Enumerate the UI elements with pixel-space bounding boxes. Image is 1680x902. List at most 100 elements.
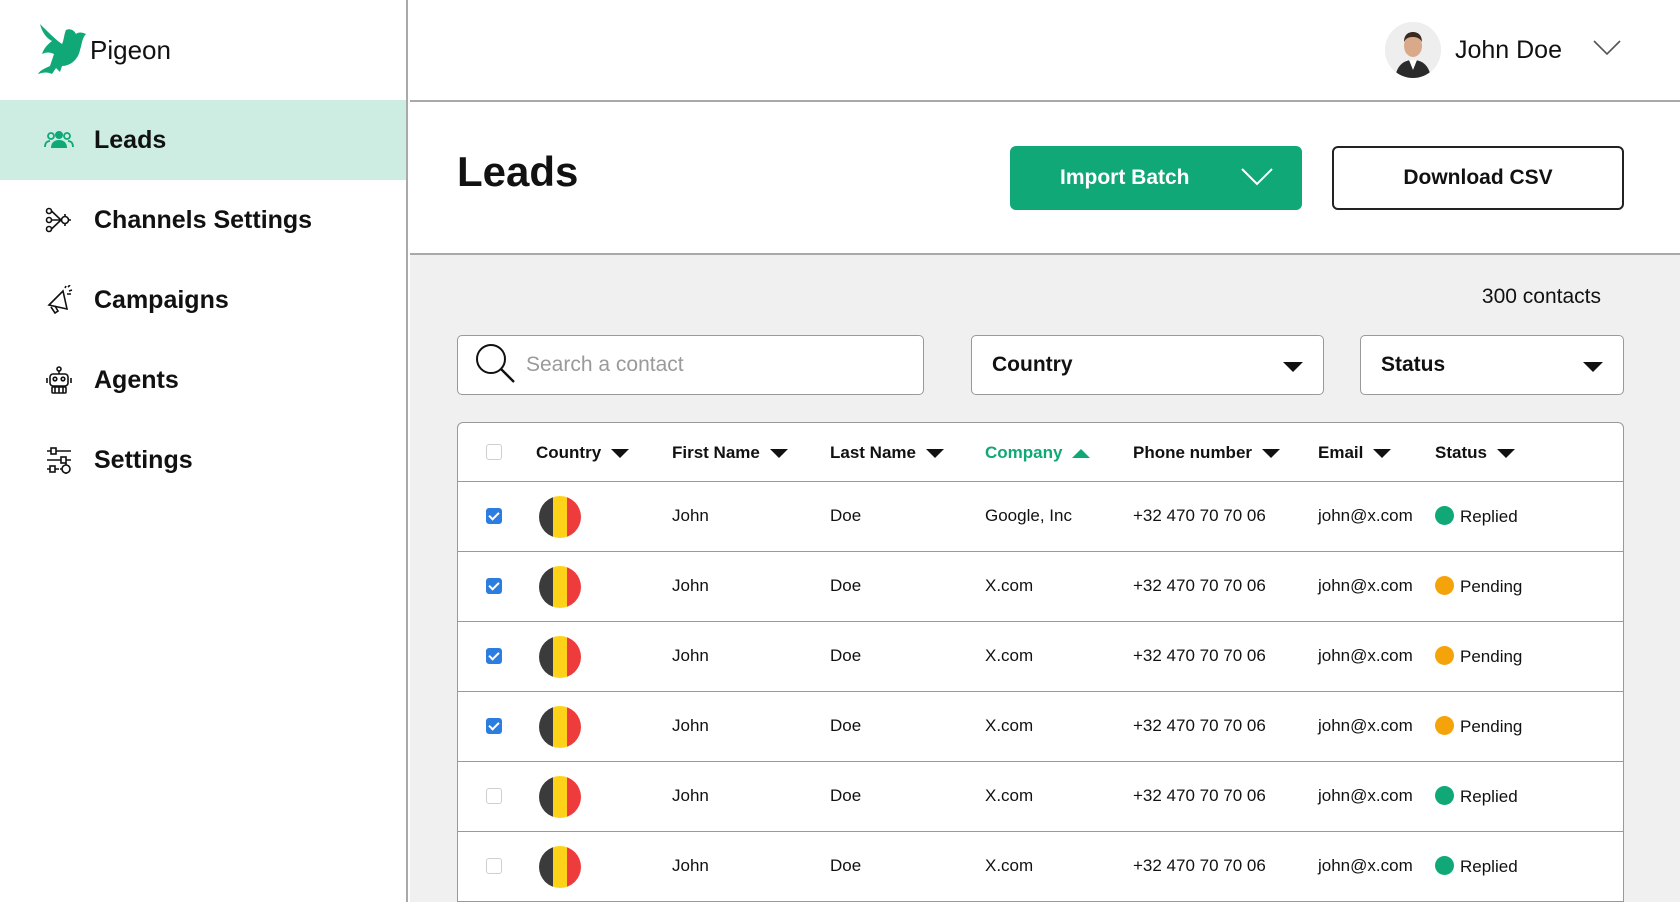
caret-down-icon xyxy=(1283,362,1303,372)
status-cell: Pending xyxy=(1435,576,1522,597)
sidebar-item-campaigns[interactable]: Campaigns xyxy=(0,260,406,340)
column-header-country[interactable]: Country xyxy=(536,443,630,463)
column-label: Country xyxy=(536,443,602,462)
search-box[interactable] xyxy=(457,335,924,395)
first-name-cell: John xyxy=(672,646,709,665)
email-cell: john@x.com xyxy=(1318,506,1413,525)
caret-down-icon xyxy=(1583,362,1603,372)
first-name-cell: John xyxy=(672,576,709,595)
column-header-phone[interactable]: Phone number xyxy=(1133,443,1281,463)
table-row[interactable]: John Doe Google, Inc +32 470 70 70 06 john@x… xyxy=(458,482,1623,552)
status-cell: Replied xyxy=(1435,786,1518,807)
download-csv-button[interactable]: Download CSV xyxy=(1332,146,1624,210)
table-body: John Doe Google, Inc +32 470 70 70 06 john@x… xyxy=(458,482,1623,902)
row-checkbox[interactable] xyxy=(486,858,502,874)
robot-icon xyxy=(42,363,76,397)
sidebar-item-channels-settings[interactable]: Channels Settings xyxy=(0,180,406,260)
phone-cell: +32 470 70 70 06 xyxy=(1133,646,1266,665)
search-input[interactable] xyxy=(526,353,866,377)
belgium-flag-icon xyxy=(539,706,581,748)
belgium-flag-icon xyxy=(539,846,581,888)
column-header-last-name[interactable]: Last Name xyxy=(830,443,944,463)
sidebar-item-leads[interactable]: Leads xyxy=(0,100,406,180)
megaphone-icon xyxy=(42,283,76,317)
country-filter-value: Country xyxy=(992,353,1073,376)
last-name-cell: Doe xyxy=(830,506,862,525)
sort-down-icon xyxy=(925,448,944,458)
import-batch-label: Import Batch xyxy=(1060,166,1190,189)
email-cell: john@x.com xyxy=(1318,576,1413,595)
status-cell: Pending xyxy=(1435,716,1522,737)
country-filter-select[interactable]: Country xyxy=(971,335,1324,395)
status-cell: Pending xyxy=(1435,646,1522,667)
last-name-cell: Doe xyxy=(830,786,862,805)
column-label: Phone number xyxy=(1133,443,1253,462)
table-row[interactable]: John Doe X.com +32 470 70 70 06 john@x.com Re… xyxy=(458,762,1623,832)
last-name-cell: Doe xyxy=(830,716,862,735)
page-title: Leads xyxy=(457,148,579,195)
sort-up-icon xyxy=(1072,448,1091,458)
user-menu[interactable]: John Doe xyxy=(1384,22,1622,78)
email-cell: john@x.com xyxy=(1318,856,1413,875)
column-header-first-name[interactable]: First Name xyxy=(672,443,788,463)
belgium-flag-icon xyxy=(539,496,581,538)
column-header-company[interactable]: Company xyxy=(985,443,1091,463)
sidebar-item-label: Leads xyxy=(94,125,167,154)
chevron-down-icon[interactable] xyxy=(1592,39,1622,62)
table-row[interactable]: John Doe X.com +32 470 70 70 06 john@x.com Pe… xyxy=(458,692,1623,762)
sort-down-icon xyxy=(611,448,630,458)
first-name-cell: John xyxy=(672,856,709,875)
sort-down-icon xyxy=(769,448,788,458)
sidebar-item-agents[interactable]: Agents xyxy=(0,340,406,420)
column-label: First Name xyxy=(672,443,760,462)
row-checkbox[interactable] xyxy=(486,578,502,594)
top-bar: John Doe xyxy=(410,0,1680,102)
sort-down-icon xyxy=(1496,448,1515,458)
company-cell: X.com xyxy=(985,786,1034,805)
pigeon-logo-icon xyxy=(38,24,86,74)
last-name-cell: Doe xyxy=(830,576,862,595)
row-checkbox[interactable] xyxy=(486,648,502,664)
status-filter-select[interactable]: Status xyxy=(1360,335,1624,395)
status-cell: Replied xyxy=(1435,506,1518,527)
table-row[interactable]: John Doe X.com +32 470 70 70 06 john@x.com Pe… xyxy=(458,552,1623,622)
table-row[interactable]: John Doe X.com +32 470 70 70 06 john@x.com Re… xyxy=(458,832,1623,902)
row-checkbox[interactable] xyxy=(486,508,502,524)
first-name-cell: John xyxy=(672,506,709,525)
column-header-status[interactable]: Status xyxy=(1435,443,1515,463)
column-header-email[interactable]: Email xyxy=(1318,443,1392,463)
status-dot-icon xyxy=(1435,576,1454,595)
status-filter-value: Status xyxy=(1381,353,1446,376)
app-logo[interactable]: Pigeon xyxy=(36,22,171,78)
channels-icon xyxy=(42,203,76,237)
sidebar-item-settings[interactable]: Settings xyxy=(0,420,406,500)
table-header: Country First Name Last Name Company Pho… xyxy=(458,423,1623,482)
email-cell: john@x.com xyxy=(1318,786,1413,805)
status-label: Pending xyxy=(1460,717,1523,736)
belgium-flag-icon xyxy=(539,566,581,608)
status-cell: Replied xyxy=(1435,856,1518,877)
status-label: Replied xyxy=(1460,857,1518,876)
page-header: Leads Import Batch Download CSV xyxy=(410,102,1680,255)
column-label: Last Name xyxy=(830,443,916,462)
first-name-cell: John xyxy=(672,716,709,735)
column-label: Status xyxy=(1435,443,1487,462)
column-label: Company xyxy=(985,443,1063,462)
phone-cell: +32 470 70 70 06 xyxy=(1133,786,1266,805)
chevron-down-icon[interactable] xyxy=(1240,166,1274,194)
select-all-checkbox[interactable] xyxy=(486,444,502,460)
status-dot-icon xyxy=(1435,646,1454,665)
sliders-icon xyxy=(42,443,76,477)
status-dot-icon xyxy=(1435,786,1454,805)
phone-cell: +32 470 70 70 06 xyxy=(1133,856,1266,875)
users-icon xyxy=(42,123,76,157)
table-row[interactable]: John Doe X.com +32 470 70 70 06 john@x.com Pe… xyxy=(458,622,1623,692)
status-dot-icon xyxy=(1435,856,1454,875)
sidebar: Pigeon Leads Channels Settings Campaigns… xyxy=(0,0,408,902)
import-batch-button[interactable]: Import Batch xyxy=(1010,146,1302,210)
row-checkbox[interactable] xyxy=(486,788,502,804)
status-dot-icon xyxy=(1435,716,1454,735)
email-cell: john@x.com xyxy=(1318,716,1413,735)
status-label: Pending xyxy=(1460,577,1523,596)
row-checkbox[interactable] xyxy=(486,718,502,734)
